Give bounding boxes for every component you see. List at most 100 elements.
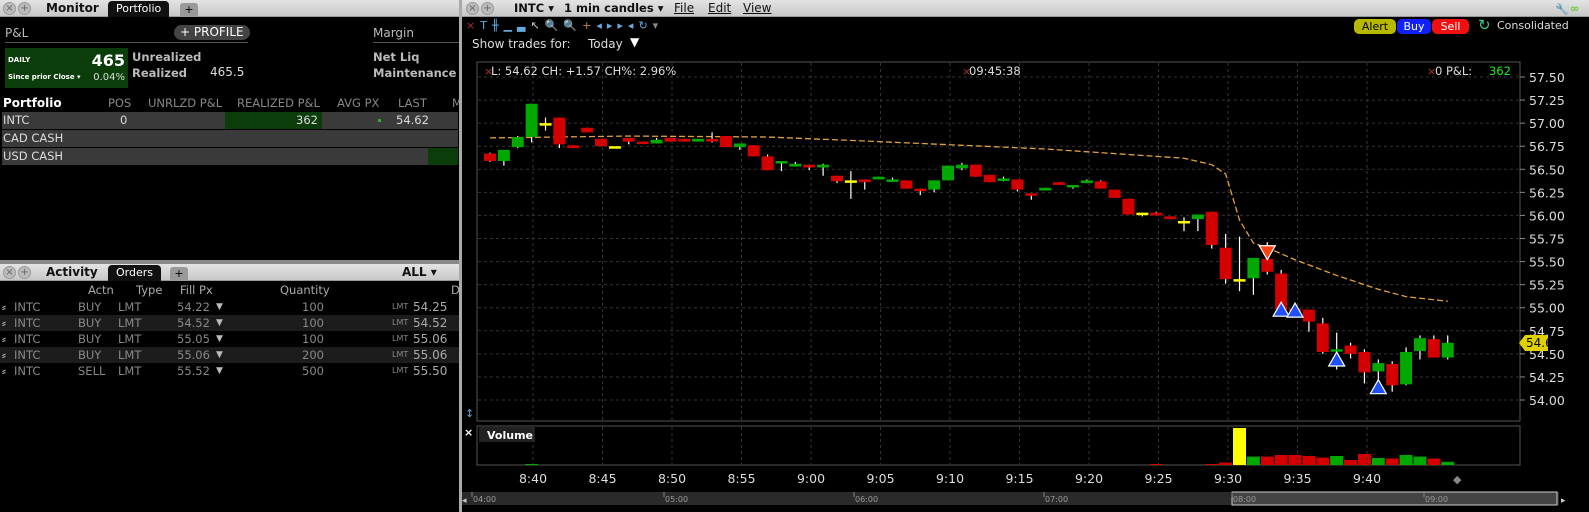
candle	[497, 149, 510, 166]
candle	[1316, 317, 1329, 354]
candle-body	[1025, 193, 1038, 196]
candle-body	[567, 145, 580, 149]
time-tick-label: 9:20	[1075, 471, 1103, 486]
candle-body	[928, 180, 941, 190]
candle	[1053, 182, 1066, 185]
candle	[858, 179, 871, 190]
candle	[484, 152, 496, 162]
price-tick-label: 57.25	[1529, 93, 1565, 108]
price-tick-label: 55.00	[1529, 301, 1565, 316]
candle	[1302, 309, 1315, 332]
time-tick-label: 9:30	[1214, 471, 1242, 486]
candle-body	[622, 137, 635, 142]
candle	[622, 137, 635, 145]
candle	[844, 171, 857, 199]
candle	[900, 180, 913, 189]
candle-body	[636, 141, 649, 145]
candle-body	[706, 138, 719, 142]
candle-body	[1205, 211, 1218, 245]
candle-body	[914, 188, 927, 192]
candle	[747, 145, 760, 157]
candle	[553, 117, 566, 149]
price-tick-label: 56.75	[1529, 139, 1565, 154]
candle	[664, 137, 677, 142]
candle	[1025, 193, 1038, 200]
volume-bar	[1357, 454, 1371, 465]
scroll-tick-label: 09:00	[1425, 495, 1448, 504]
candle-body	[1400, 352, 1413, 385]
candle	[1011, 179, 1024, 192]
price-tick-label: 55.75	[1529, 232, 1565, 247]
scroll-tick-label: 08:00	[1233, 495, 1256, 504]
volume-bar	[1149, 464, 1163, 465]
candle-body	[858, 179, 871, 183]
candle	[1150, 211, 1163, 216]
candle	[1344, 342, 1357, 359]
candle-body	[983, 174, 996, 183]
scroll-tick-label: 05:00	[665, 495, 688, 504]
candle-body	[1427, 339, 1440, 358]
candle	[886, 177, 899, 182]
volume-bar	[1246, 456, 1260, 465]
candle	[692, 138, 705, 142]
candle-body	[844, 180, 857, 183]
candle	[1164, 216, 1177, 220]
candle	[1400, 347, 1413, 386]
close-volume-icon[interactable]: ×	[464, 426, 473, 439]
price-tick-label: 56.50	[1529, 162, 1565, 177]
candle-body	[1080, 180, 1093, 184]
volume-bar	[1260, 456, 1274, 465]
volume-bar	[1302, 456, 1316, 465]
scroll-left-icon[interactable]: ◂	[462, 496, 467, 506]
candle	[595, 138, 608, 147]
scrollbar-thumb[interactable]	[1231, 491, 1558, 506]
price-tick-label: 55.25	[1529, 278, 1565, 293]
candle	[761, 154, 774, 171]
time-tick-label: 8:50	[658, 471, 686, 486]
pointer-icon[interactable]: ↕	[465, 407, 474, 420]
candle-body	[511, 136, 524, 148]
scroll-end-icon[interactable]: ◆	[1453, 473, 1462, 486]
candle-body	[817, 164, 830, 168]
candle	[706, 132, 719, 143]
price-tick-label: 56.00	[1529, 208, 1565, 223]
candle-body	[595, 138, 608, 147]
time-tick-label: 9:10	[936, 471, 964, 486]
candle	[581, 127, 594, 133]
candle	[678, 138, 691, 142]
candle	[942, 165, 955, 181]
time-tick-label: 9:15	[1005, 471, 1033, 486]
price-chart[interactable]: 57.50 57.25 57.00 56.75 56.50 56.25 56.00 55.75…	[0, 0, 1589, 512]
candle-body	[719, 136, 732, 148]
time-tick-label: 9:40	[1353, 471, 1381, 486]
candle-body	[733, 143, 746, 148]
candle-body	[1108, 189, 1121, 198]
candle	[1441, 335, 1454, 360]
time-tick-label: 8:55	[727, 471, 755, 486]
candle	[969, 164, 982, 177]
candle-body	[900, 180, 913, 189]
candle-body	[1150, 212, 1163, 216]
candle	[1191, 214, 1204, 232]
buy-marker-icon[interactable]	[1369, 378, 1388, 395]
candle-body	[1053, 182, 1066, 185]
candle-body	[553, 117, 566, 145]
candle-body	[1441, 342, 1454, 358]
cursor-time: 09:45:38	[969, 64, 1021, 78]
price-tick-label: 57.50	[1529, 70, 1565, 85]
candle-body	[1316, 323, 1329, 353]
candle-body	[581, 127, 594, 133]
candle	[1178, 217, 1190, 232]
candle-body	[497, 149, 510, 161]
sell-marker-icon[interactable]	[1258, 245, 1277, 261]
candle-body	[969, 164, 982, 177]
candle	[1122, 198, 1135, 215]
candle	[719, 136, 732, 148]
scroll-right-icon[interactable]: ▸	[1561, 496, 1566, 506]
candle	[650, 137, 663, 144]
candle-body	[484, 153, 496, 161]
candle	[1066, 184, 1079, 189]
candle-body	[1164, 216, 1177, 220]
candle-body	[942, 165, 955, 181]
price-tick-label: 54.00	[1529, 393, 1565, 408]
